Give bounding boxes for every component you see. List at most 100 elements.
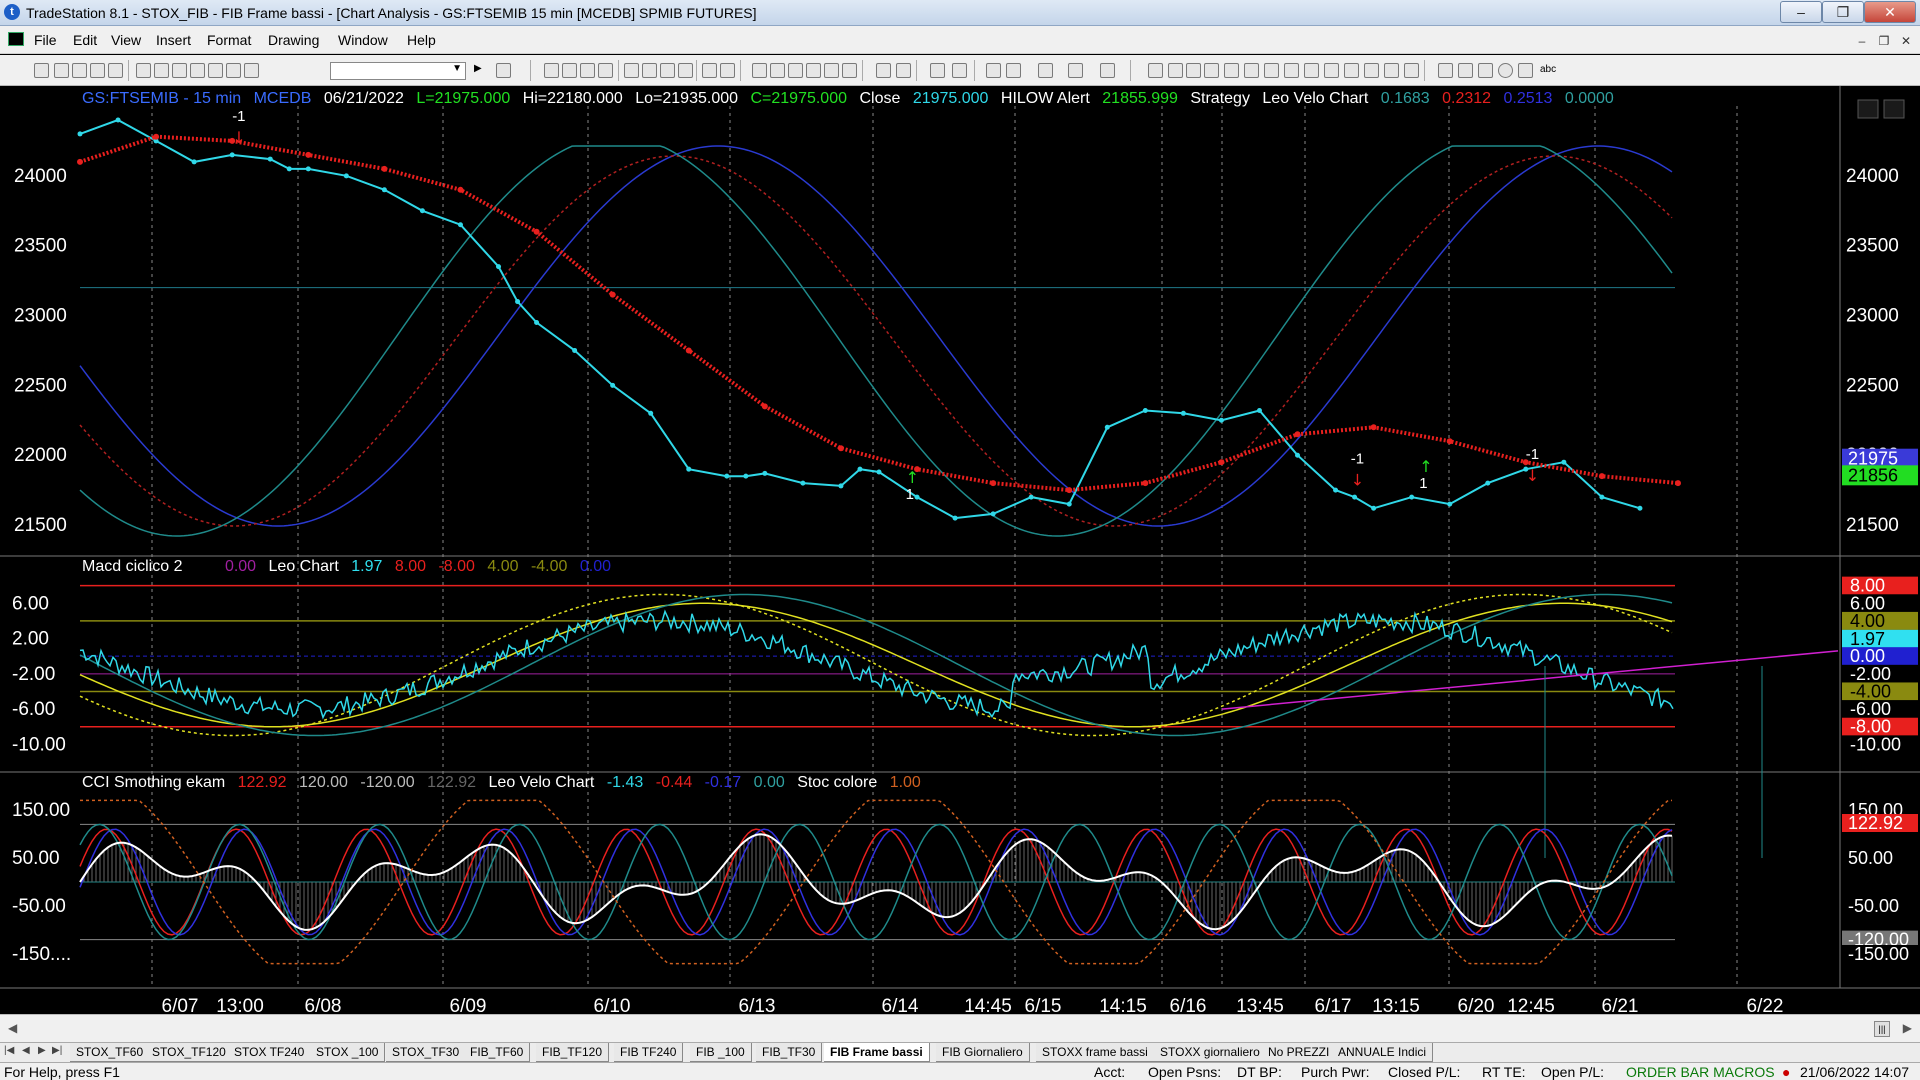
format-bar-icon[interactable] [720,63,735,78]
link-icon[interactable] [1100,63,1115,78]
radarscreen-icon[interactable] [562,63,577,78]
matrix-icon[interactable] [580,63,595,78]
horizontal-scrollbar[interactable]: ◀ ||| ▶ [0,1014,1920,1042]
copy-icon[interactable] [190,63,205,78]
fibonacci-icon[interactable] [1244,63,1259,78]
data-window-icon[interactable] [1068,63,1083,78]
freehand-icon[interactable] [1404,63,1419,78]
tab-stoxx-giornaliero[interactable]: STOXX giornaliero [1154,1043,1267,1062]
tab-stox-tf60[interactable]: STOX_TF60 [70,1043,151,1062]
tab-stox-tf120[interactable]: STOX_TF120 [146,1043,233,1062]
horizontal-line-icon[interactable] [1168,63,1183,78]
tab-last-icon[interactable]: ▶| [52,1045,62,1056]
tab-first-icon[interactable]: |◀ [4,1045,14,1056]
open-icon[interactable] [54,63,69,78]
tab-fib-tf120[interactable]: FIB_TF120 [536,1043,610,1062]
parallel-lines-icon[interactable] [1344,63,1359,78]
scanner-icon[interactable] [598,63,613,78]
menu-help[interactable]: Help [407,32,436,48]
order-bar-macros[interactable]: ORDER BAR MACROS [1626,1064,1775,1080]
mdi-restore-button[interactable]: ❐ [1874,32,1894,50]
tab-fib-tf60[interactable]: FIB_TF60 [464,1043,531,1062]
crosshair-icon[interactable] [1006,63,1021,78]
strategy-icon[interactable] [642,63,657,78]
lock-open-icon[interactable] [244,63,259,78]
symbol-combobox[interactable]: ▼ [330,62,466,80]
time-zone-icon[interactable] [1364,63,1379,78]
curve-icon[interactable] [1438,63,1453,78]
candlestick-icon[interactable] [752,63,767,78]
cut-icon[interactable] [172,63,187,78]
arc-icon[interactable] [1384,63,1399,78]
tab-annuale-indici[interactable]: ANNUALE Indici [1332,1043,1434,1062]
open-workspace-icon[interactable] [72,63,87,78]
lock-icon[interactable] [226,63,241,78]
ellipse-icon[interactable] [1498,63,1513,78]
bar-chart-icon[interactable] [770,63,785,78]
andrews-pitchfork-icon[interactable] [1304,63,1319,78]
channel-icon[interactable] [1204,63,1219,78]
menu-drawing[interactable]: Drawing [268,32,319,48]
arrow-up-icon[interactable] [1478,63,1493,78]
save-all-icon[interactable] [108,63,123,78]
bar-spacing-icon[interactable] [842,63,857,78]
mdi-close-button[interactable]: ✕ [1896,32,1916,50]
chart-analysis-window[interactable]: 24000 24000 23500 23500 23000 23000 22500 22500… [0,86,1920,1014]
minimize-button[interactable]: – [1780,1,1822,23]
paintbar-icon[interactable] [660,63,675,78]
vertical-line-icon[interactable] [1186,63,1201,78]
chart-canvas[interactable]: 24000 24000 23500 23500 23000 23000 22500 22500… [0,86,1920,1014]
maximize-button[interactable]: ❐ [1822,1,1864,23]
tab-stox-100[interactable]: STOX _100 [310,1043,386,1062]
arrow-horizontal-icon[interactable] [1324,63,1339,78]
tab-stox-tf30[interactable]: STOX_TF30 [386,1043,467,1062]
chart-analysis-icon[interactable] [544,63,559,78]
save-icon[interactable] [90,63,105,78]
scroll-left-icon[interactable]: ◀ [8,1021,17,1035]
menu-file[interactable]: File [34,32,57,48]
tab-stox-tf240[interactable]: STOX TF240 [228,1043,312,1062]
speed-lines-icon[interactable] [1264,63,1279,78]
menu-window[interactable]: Window [338,32,388,48]
showme-icon[interactable] [678,63,693,78]
indicator-icon[interactable] [624,63,639,78]
gann-fan-icon[interactable] [1284,63,1299,78]
line-chart-icon[interactable] [788,63,803,78]
zoom-in-icon[interactable] [930,63,945,78]
menu-insert[interactable]: Insert [156,32,191,48]
scroll-thumb[interactable]: ||| [1874,1021,1890,1037]
chart-window-icon[interactable] [8,32,24,46]
point-figure-icon[interactable] [806,63,821,78]
tab-next-icon[interactable]: ▶ [38,1045,46,1056]
tab-fib-giornaliero[interactable]: FIB Giornaliero [936,1043,1030,1062]
tab-no-prezzi[interactable]: No PREZZI [1262,1043,1337,1062]
rectangle-icon[interactable] [1518,63,1533,78]
increase-spacing-icon[interactable] [896,63,911,78]
paste-icon[interactable] [208,63,223,78]
tab-prev-icon[interactable]: ◀ [22,1045,30,1056]
search-symbol-icon[interactable] [496,63,511,78]
menu-format[interactable]: Format [207,32,251,48]
print-icon[interactable] [154,63,169,78]
tab-fib-tf30[interactable]: FIB_TF30 [756,1043,823,1062]
tab-stoxx-frame-bassi[interactable]: STOXX frame bassi [1036,1043,1155,1062]
zoom-out-icon[interactable] [952,63,967,78]
tab-fib-frame-bassi[interactable]: FIB Frame bassi [824,1043,930,1062]
mdi-minimize-button[interactable]: – [1852,32,1872,50]
format-chart-icon[interactable] [702,63,717,78]
regression-icon[interactable] [1224,63,1239,78]
decrease-spacing-icon[interactable] [876,63,891,78]
new-icon[interactable] [34,63,49,78]
tools-icon[interactable] [1038,63,1053,78]
pointer-icon[interactable] [986,63,1001,78]
volume-icon[interactable] [824,63,839,78]
print-preview-icon[interactable] [136,63,151,78]
text-tool-icon[interactable]: abc [1540,63,1556,78]
trendline-icon[interactable] [1148,63,1163,78]
tab-fib-100[interactable]: FIB _100 [690,1043,752,1062]
scroll-right-icon[interactable]: ▶ [1903,1021,1912,1035]
play-icon[interactable]: ▶ [474,63,489,78]
tab-fib-tf240[interactable]: FIB TF240 [614,1043,684,1062]
menu-view[interactable]: View [111,32,141,48]
menu-edit[interactable]: Edit [73,32,97,48]
